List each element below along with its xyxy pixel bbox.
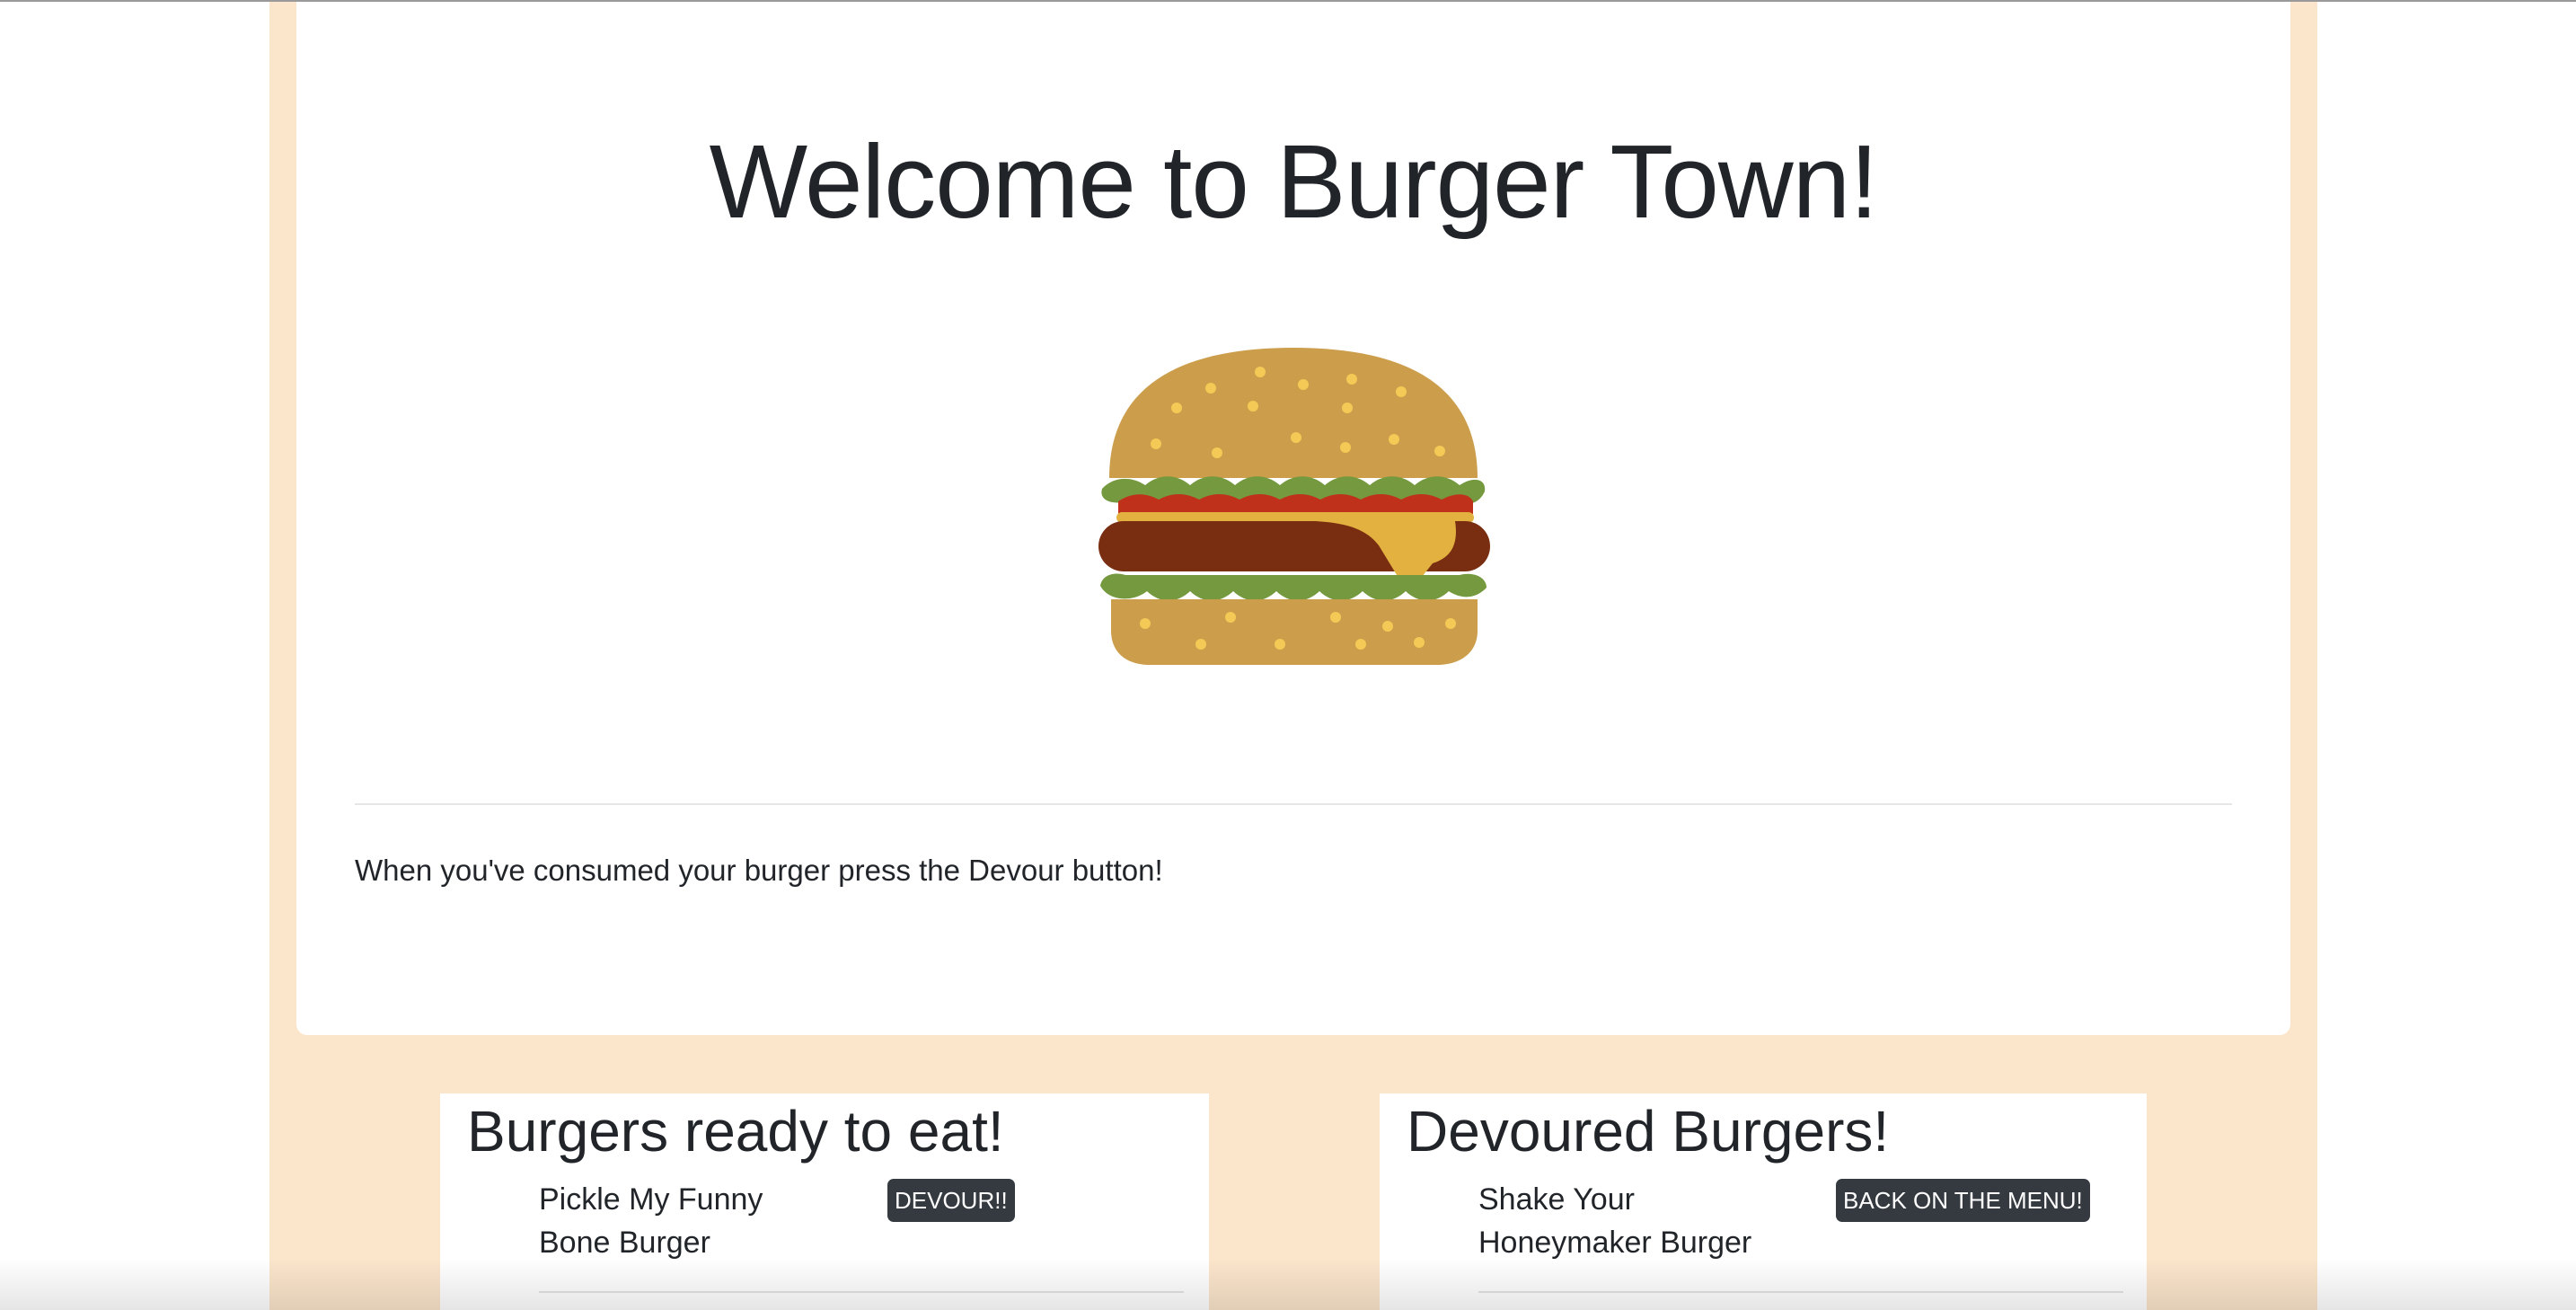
burger-name: Pickle My Funny Bone Burger (539, 1182, 763, 1260)
devoured-burgers-panel: Devoured Burgers! Shake Your Honeymaker … (1380, 1093, 2147, 1310)
ready-burgers-heading: Burgers ready to eat! (467, 1099, 1004, 1164)
back-on-menu-button[interactable]: BACK ON THE MENU! (1836, 1179, 2090, 1222)
burger-name: Shake Your Honeymaker Burger (1478, 1182, 1752, 1260)
devour-button[interactable]: DEVOUR!! (887, 1179, 1015, 1222)
list-divider (1478, 1291, 2123, 1293)
divider (355, 803, 2232, 805)
jumbotron: Welcome to Burger Town! When you've cons… (296, 2, 2290, 1035)
page-container: Welcome to Burger Town! When you've cons… (269, 2, 2317, 1310)
page-title: Welcome to Burger Town! (709, 123, 1879, 240)
burger-icon (1091, 343, 1495, 667)
list-divider (539, 1291, 1184, 1293)
devoured-burgers-heading: Devoured Burgers! (1407, 1099, 1890, 1164)
ready-burgers-panel: Burgers ready to eat! Pickle My Funny Bo… (440, 1093, 1209, 1310)
instructions-text: When you've consumed your burger press t… (355, 854, 1163, 887)
